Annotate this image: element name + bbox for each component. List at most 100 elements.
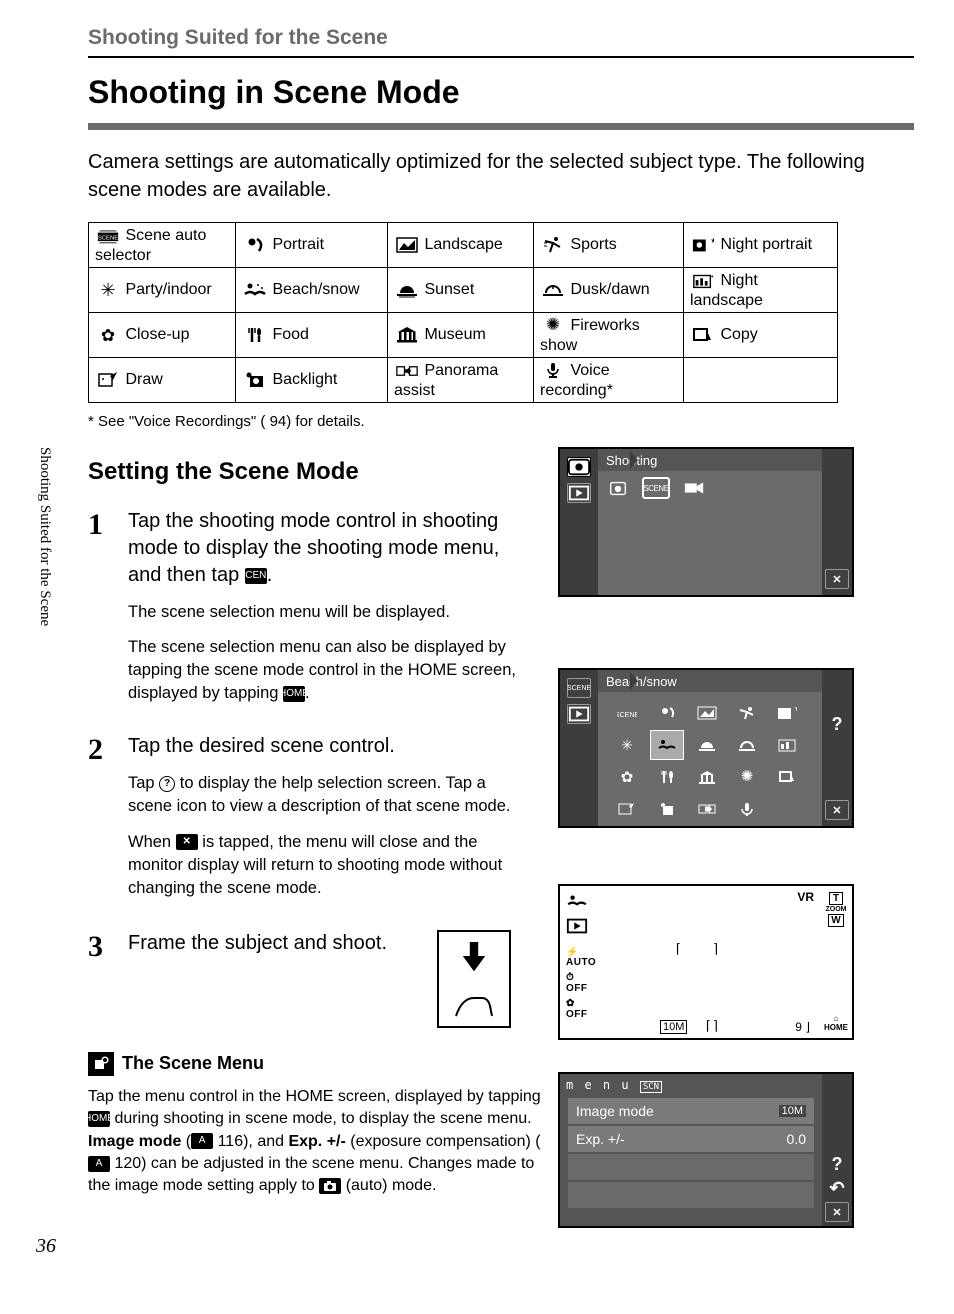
portrait-icon[interactable] <box>650 698 684 728</box>
fireworks-icon[interactable]: ✺ <box>730 762 764 792</box>
step-headline: Tap the desired scene control. <box>128 733 518 760</box>
scene-label: Portrait <box>268 236 324 253</box>
playback-icon[interactable] <box>567 483 591 503</box>
scene-label: Food <box>268 326 309 343</box>
portrait-icon <box>242 234 268 256</box>
lcd-shooting-display: ⚡AUTO ⏱OFF ✿OFF VR ⌈ ⌉ 10M ⌈⌉ 9 ⌋ T ZOOM… <box>558 884 854 1040</box>
beach-snow-icon[interactable] <box>566 892 596 913</box>
copy-icon <box>690 324 716 346</box>
svg-text:★: ★ <box>794 705 797 713</box>
scene-cell: SCENE Scene auto selector <box>89 223 236 268</box>
scene-cell: ✿ Close-up <box>89 313 236 358</box>
macro-off-label[interactable]: ✿OFF <box>566 998 596 1020</box>
scene-cell: Sports <box>534 223 684 268</box>
lcd-shooting-mode-menu: Shooting SCENE ✕ <box>558 447 854 597</box>
camera-record-icon[interactable] <box>567 457 591 477</box>
home-icon: HOME <box>283 686 305 702</box>
sunset-icon[interactable] <box>690 730 724 760</box>
landscape-icon[interactable] <box>690 698 724 728</box>
scene-label: Landscape <box>420 236 503 253</box>
backlight-icon[interactable] <box>650 794 684 824</box>
footnote: * See "Voice Recordings" ( 94) for detai… <box>88 413 906 430</box>
zoom-wide-icon[interactable]: W <box>828 914 843 927</box>
beach-snow-icon[interactable] <box>650 730 684 760</box>
step-headline: Frame the subject and shoot. <box>128 930 387 957</box>
scene-label: Draw <box>121 371 163 388</box>
close-icon: ✕ <box>176 834 198 850</box>
step-headline: Tap the shooting mode control in shootin… <box>128 508 518 589</box>
info-box-text: Tap the menu control in the HOME screen,… <box>88 1086 542 1198</box>
dusk-dawn-icon[interactable] <box>730 730 764 760</box>
voice-recording-icon[interactable] <box>730 794 764 824</box>
draw-icon[interactable] <box>610 794 644 824</box>
scene-grid: SCENE ★ ✳ ✿ ✺ <box>610 698 804 824</box>
party-indoor-icon: ✳ <box>95 279 121 301</box>
scene-label: Sunset <box>420 281 474 298</box>
scene-cell: Draw <box>89 358 236 403</box>
scene-table: SCENE Scene auto selector Portrait Lands… <box>88 222 838 403</box>
close-up-icon[interactable]: ✿ <box>610 762 644 792</box>
svg-text:✺: ✺ <box>546 317 560 334</box>
scene-cell: Copy <box>684 313 838 358</box>
auto-mode-icon[interactable] <box>604 477 632 499</box>
fireworks-show-icon: ✺ <box>540 315 566 337</box>
scene-auto-icon[interactable]: SCENE <box>610 698 644 728</box>
menu-row-empty <box>568 1154 814 1180</box>
voice-recording--icon <box>540 360 566 382</box>
shutter-press-graphic <box>437 930 511 1028</box>
svg-text:✳: ✳ <box>100 281 115 299</box>
menu-label: m e n u SCN <box>566 1078 662 1092</box>
beach-snow-icon <box>242 279 268 301</box>
home-icon: HOME <box>88 1111 110 1127</box>
flash-auto-label[interactable]: AUTO <box>566 958 596 968</box>
scene-label: Night portrait <box>716 236 812 253</box>
scene-label: Party/indoor <box>121 281 212 298</box>
step-number: 1 <box>88 508 118 705</box>
svg-text:SCENE: SCENE <box>98 235 118 241</box>
scene-label: Backlight <box>268 371 337 388</box>
party-icon[interactable]: ✳ <box>610 730 644 760</box>
sports-icon[interactable] <box>730 698 764 728</box>
copy-icon[interactable] <box>770 762 804 792</box>
home-icon[interactable]: ⌂HOME <box>824 1014 848 1032</box>
scene-label: Sports <box>566 236 617 253</box>
step-number: 3 <box>88 930 118 1028</box>
night-portrait-icon: ★ <box>690 234 716 256</box>
help-icon[interactable]: ? <box>825 714 849 734</box>
back-icon[interactable]: ↶ <box>825 1178 849 1198</box>
landscape-icon <box>394 234 420 256</box>
breadcrumb: Shooting Suited for the Scene <box>88 26 914 50</box>
playback-icon[interactable] <box>566 917 596 940</box>
intro-text: Camera settings are automatically optimi… <box>88 148 906 204</box>
playback-icon[interactable] <box>567 704 591 724</box>
menu-row-image-mode[interactable]: Image mode10M <box>568 1098 814 1124</box>
food-icon[interactable] <box>650 762 684 792</box>
menu-row-exposure[interactable]: Exp. +/-0.0 <box>568 1126 814 1152</box>
dusk-dawn-icon <box>540 279 566 301</box>
step-sub: Tap ? to display the help selection scre… <box>128 772 518 818</box>
close-icon[interactable]: ✕ <box>825 800 849 820</box>
scene-cell: Sunset <box>388 268 534 313</box>
close-up-icon: ✿ <box>95 324 121 346</box>
movie-mode-icon[interactable] <box>680 477 708 499</box>
self-timer-off-label[interactable]: ⏱OFF <box>566 972 596 994</box>
zoom-tele-icon[interactable]: T <box>829 892 843 905</box>
museum-icon[interactable] <box>690 762 724 792</box>
panorama-icon[interactable] <box>690 794 724 824</box>
close-icon[interactable]: ✕ <box>825 569 849 589</box>
close-icon[interactable]: ✕ <box>825 1202 849 1222</box>
sports-icon <box>540 234 566 256</box>
night-landscape-icon[interactable] <box>770 730 804 760</box>
page-title: Shooting in Scene Mode <box>88 74 914 130</box>
page-number: 36 <box>36 1235 56 1258</box>
scene-cell: Portrait <box>236 223 388 268</box>
scene-mode-icon[interactable]: SCENE <box>567 678 591 698</box>
help-icon[interactable]: ? <box>825 1154 849 1174</box>
page-ref-icon: A <box>88 1156 110 1172</box>
scene-label: Close-up <box>121 326 189 343</box>
scene-icon: SCENE <box>245 568 267 584</box>
scene-cell: Museum <box>388 313 534 358</box>
night-portrait-icon[interactable]: ★ <box>770 698 804 728</box>
svg-text:✳: ✳ <box>621 737 633 753</box>
scene-mode-icon[interactable]: SCENE <box>642 477 670 499</box>
